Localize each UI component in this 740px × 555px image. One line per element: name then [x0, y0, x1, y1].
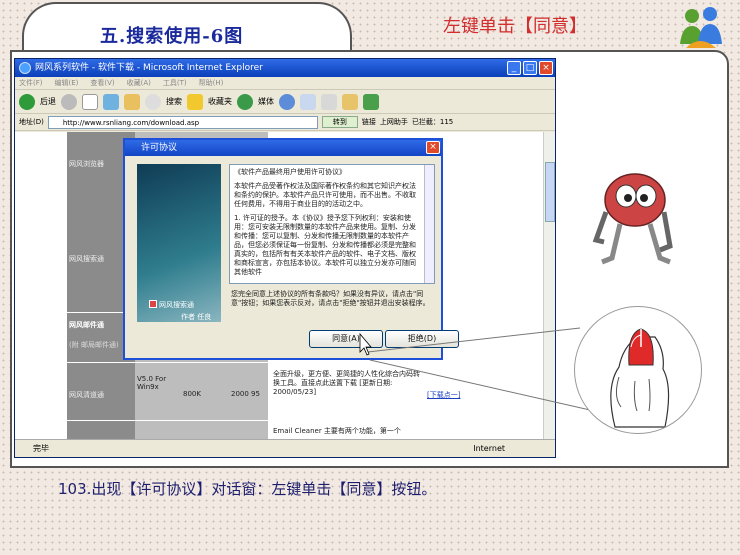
- robot-mascot-icon: [592, 173, 673, 265]
- callout-lines: [359, 327, 591, 411]
- left-click-mouse-icon: [610, 328, 670, 428]
- step-caption: 103.出现【许可协议】对话窗：左键单击【同意】按钮。: [58, 480, 437, 498]
- mouse-click-illustration: [574, 306, 702, 434]
